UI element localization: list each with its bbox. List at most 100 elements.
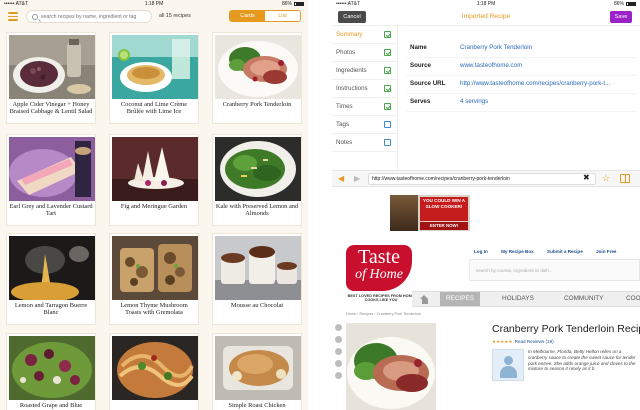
field-label: Serves: [410, 98, 431, 105]
field-value-serves[interactable]: 4 servings: [460, 98, 634, 105]
nav-cooking[interactable]: COOKI: [626, 292, 640, 306]
recipe-library-pane: •••••• AT&T 1:18 PM 86% all 15 recipes C…: [0, 0, 308, 410]
recipe-photo: [112, 236, 198, 300]
recipe-photo: [112, 336, 198, 400]
recipe-box-link[interactable]: My Recipe Box: [501, 249, 534, 254]
recipe-card[interactable]: Mousse au Chocolat: [212, 233, 302, 325]
page-title: Imported Recipe: [461, 13, 511, 20]
url-field[interactable]: http://www.tasteofhome.com/recipes/cranb…: [368, 173, 596, 185]
search-input[interactable]: [41, 11, 151, 22]
recipe-card[interactable]: Earl Grey and Lavender Custard Tart: [6, 134, 96, 226]
recipe-title: Apple Cider Vinegar + Honey Braised Cabb…: [9, 101, 93, 116]
join-link[interactable]: Join Free: [596, 249, 616, 254]
login-link[interactable]: Log In: [474, 249, 488, 254]
recipe-card[interactable]: Kale with Preserved Lemon and Almonds: [212, 134, 302, 226]
split-view: { "left": { "status": { "carrier": "••••…: [0, 0, 640, 410]
field-value-source-url[interactable]: http://www.tasteofhome.com/recipes/cranb…: [460, 80, 634, 87]
status-bar: •••••• AT&T 1:18 PM 86%: [332, 0, 640, 8]
browser-bar: ◀ ▶ http://www.tasteofhome.com/recipes/c…: [332, 170, 640, 187]
breadcrumb: Home › Recipes › Cranberry Pork Tenderlo…: [346, 312, 421, 316]
checkbox-checked-icon[interactable]: [384, 67, 391, 74]
recipe-title: Cranberry Pork Tenderloin: [222, 101, 292, 108]
read-reviews-link[interactable]: Read Reviews (19): [515, 339, 554, 344]
share-buttons: [335, 324, 343, 384]
recipe-card[interactable]: Simple Roast Chicken: [212, 333, 302, 410]
recipe-card[interactable]: Lemon Thyme Mushroom Toasts with Gremola…: [109, 233, 199, 325]
star-rating-icon: ★★★★★: [492, 339, 513, 344]
section-item-ingredients[interactable]: Ingredients: [332, 62, 397, 80]
recipe-photo: [215, 137, 301, 201]
facebook-icon[interactable]: [335, 324, 342, 331]
recipe-title: Mousse au Chocolat: [230, 302, 284, 309]
recipe-card[interactable]: [109, 333, 199, 410]
recipe-search[interactable]: [26, 10, 152, 23]
nav-community[interactable]: COMMUNITY: [564, 292, 603, 306]
web-view[interactable]: YOU COULD WIN A SLOW COOKER! ENTER NOW! …: [332, 187, 640, 410]
recipe-photo: [112, 137, 198, 201]
ad-cta-button[interactable]: ENTER NOW!: [420, 222, 468, 230]
recipe-title: Simple Roast Chicken: [228, 402, 286, 409]
recipe-photo: [215, 35, 301, 99]
battery-icon: [294, 1, 304, 6]
twitter-icon[interactable]: [335, 348, 342, 355]
ad-banner[interactable]: YOU COULD WIN A SLOW COOKER! ENTER NOW!: [390, 195, 470, 231]
site-search-input[interactable]: search by course, ingredient or dish...: [476, 266, 626, 276]
recipe-card[interactable]: Cranberry Pork Tenderloin: [212, 32, 302, 124]
star-icon[interactable]: ☆: [602, 173, 610, 184]
forward-arrow-icon[interactable]: ▶: [354, 175, 360, 183]
recipe-card[interactable]: Roasted Grape and Blue: [6, 333, 96, 410]
nav-recipes[interactable]: RECIPES: [440, 292, 481, 306]
battery-indicator: 86%: [614, 0, 636, 8]
checkbox-checked-icon[interactable]: [384, 103, 391, 110]
clear-icon[interactable]: ✖: [583, 173, 590, 183]
field-row-serves: Serves 4 servings: [406, 94, 636, 112]
rating: ★★★★★ Read Reviews (19): [492, 339, 554, 345]
submit-recipe-link[interactable]: Submit a Recipe: [547, 249, 583, 254]
field-value-source[interactable]: www.tasteofhome.com: [460, 62, 634, 69]
section-item-times[interactable]: Times: [332, 98, 397, 116]
battery-icon: [626, 1, 636, 6]
print-icon[interactable]: [335, 360, 342, 367]
email-icon[interactable]: [335, 372, 342, 379]
recipe-title: Coconut and Lime Crème Brûlée with Lime …: [120, 101, 188, 116]
recipe-photo: [215, 336, 301, 400]
recipe-card[interactable]: Lemon and Tarragon Buerre Blanc: [6, 233, 96, 325]
menu-icon[interactable]: [8, 12, 18, 21]
home-icon[interactable]: [420, 295, 429, 304]
library-toolbar: all 15 recipes Cards List: [0, 8, 308, 26]
site-logo[interactable]: Taste of Home: [346, 245, 412, 291]
section-list: Summary Photos Ingredients Instructions …: [332, 26, 398, 170]
recipe-title: Fig and Meringue Garden: [120, 203, 188, 210]
recipe-card[interactable]: Fig and Meringue Garden: [109, 134, 199, 226]
section-item-notes[interactable]: Notes: [332, 134, 397, 152]
checkbox-checked-icon[interactable]: [384, 49, 391, 56]
recipe-card[interactable]: Apple Cider Vinegar + Honey Braised Cabb…: [6, 32, 96, 124]
recipe-title: Roasted Grape and Blue: [19, 402, 83, 409]
list-view-button[interactable]: List: [265, 11, 300, 21]
book-icon[interactable]: [620, 174, 630, 183]
field-value-name[interactable]: Cranberry Pork Tenderloin: [460, 44, 634, 51]
section-item-summary[interactable]: Summary: [332, 26, 397, 44]
recipe-card[interactable]: Coconut and Lime Crème Brûlée with Lime …: [109, 32, 199, 124]
save-button[interactable]: Save: [610, 11, 632, 23]
status-bar: •••••• AT&T 1:18 PM 86%: [0, 0, 308, 8]
cards-view-button[interactable]: Cards: [230, 11, 265, 21]
checkbox-checked-icon[interactable]: [384, 85, 391, 92]
recipe-page-title: Cranberry Pork Tenderloin Recip: [492, 323, 640, 335]
nav-holidays[interactable]: HOLIDAYS: [502, 292, 534, 306]
site-nav: RECIPES HOLIDAYS COMMUNITY COOKI: [412, 291, 640, 307]
section-item-photos[interactable]: Photos: [332, 44, 397, 62]
recipe-title: Kale with Preserved Lemon and Almonds: [215, 203, 299, 218]
back-arrow-icon[interactable]: ◀: [338, 175, 344, 183]
author-avatar: [492, 349, 524, 381]
field-row-source-url: Source URL http://www.tasteofhome.com/re…: [406, 76, 636, 94]
recipe-count: all 15 recipes: [159, 13, 191, 19]
field-row-name: Name Cranberry Pork Tenderloin: [406, 40, 636, 58]
section-item-tags[interactable]: Tags: [332, 116, 397, 134]
site-search[interactable]: search by course, ingredient or dish...: [469, 259, 640, 281]
checkbox-unchecked-icon[interactable]: [384, 121, 391, 128]
section-item-instructions[interactable]: Instructions: [332, 80, 397, 98]
pinterest-icon[interactable]: [335, 336, 342, 343]
checkbox-unchecked-icon[interactable]: [384, 139, 391, 146]
checkbox-checked-icon[interactable]: [384, 31, 391, 38]
